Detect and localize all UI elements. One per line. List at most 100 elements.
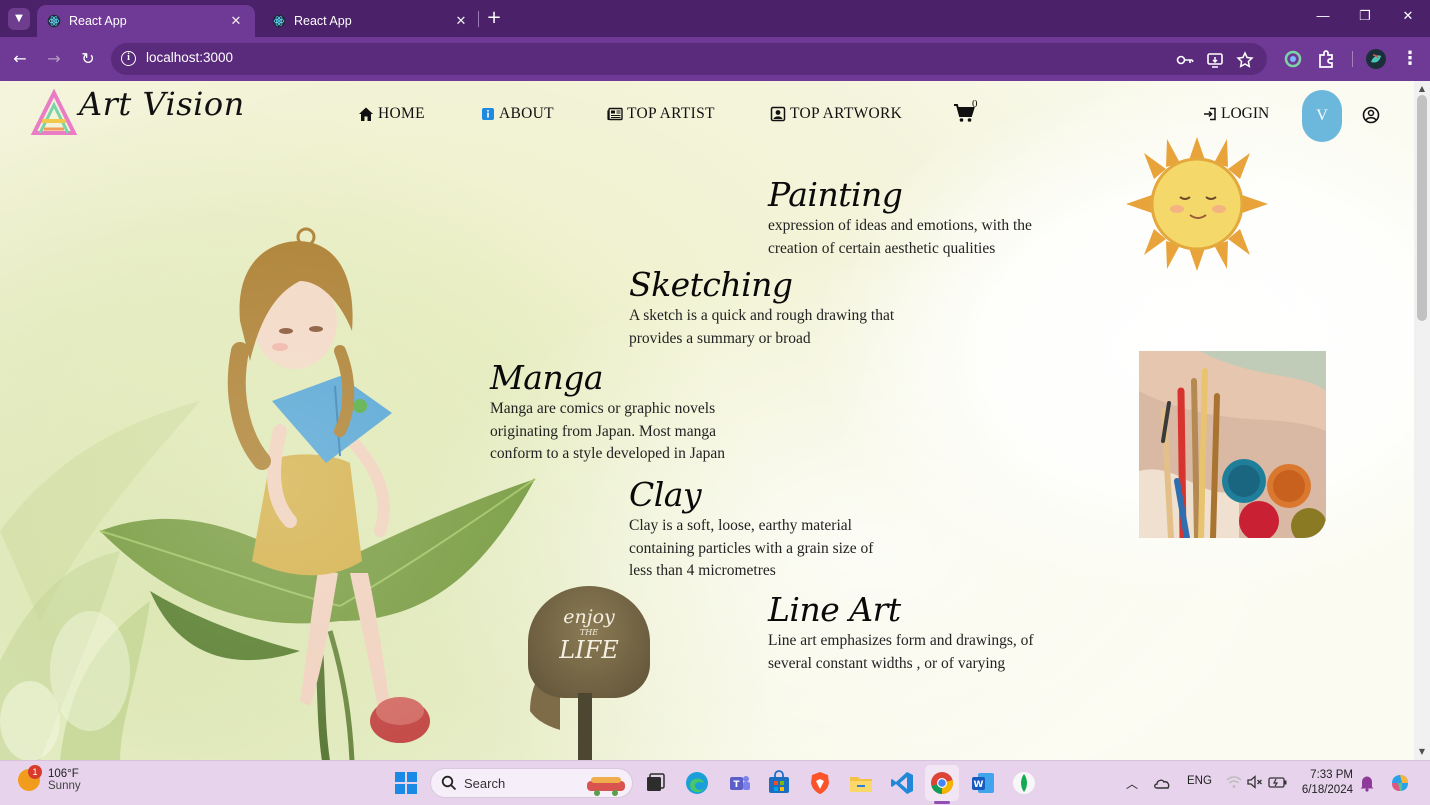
weather-desc: Sunny xyxy=(48,780,81,792)
show-hidden-icons[interactable]: ︿ xyxy=(1126,775,1138,792)
category-desc-line: expression of ideas and emotions, with t… xyxy=(768,217,1032,234)
nav-top-artwork-label: TOP ARTWORK xyxy=(790,105,903,122)
tab-title: React App xyxy=(294,14,352,28)
tab-react-app-2[interactable]: React App ✕ xyxy=(262,5,480,37)
category-desc-line: less than 4 micrometres xyxy=(629,562,776,579)
edge-browser-icon[interactable] xyxy=(684,770,710,796)
category-desc-line: containing particles with a grain size o… xyxy=(629,539,874,557)
scroll-up-arrow[interactable]: ▲ xyxy=(1417,84,1427,93)
sign-line-1: enjoy xyxy=(563,606,615,628)
extensions-puzzle-icon[interactable] xyxy=(1315,47,1339,71)
search-highlight-icon xyxy=(587,777,625,796)
category-title: Painting xyxy=(768,175,903,214)
new-tab-button[interactable]: + xyxy=(485,8,503,28)
vscode-icon[interactable] xyxy=(889,770,915,796)
chrome-browser-icon[interactable] xyxy=(929,770,955,796)
taskbar-clock[interactable]: 7:33 PM 6/18/2024 xyxy=(1300,768,1353,798)
wifi-icon[interactable] xyxy=(1226,775,1242,789)
login-icon xyxy=(1204,107,1216,121)
address-bar[interactable]: i localhost:3000 xyxy=(111,43,1267,75)
brave-browser-icon[interactable] xyxy=(807,770,833,796)
reload-button[interactable]: ↻ xyxy=(76,47,100,71)
category-painting[interactable]: Painting expression of ideas and emotion… xyxy=(768,175,1032,260)
search-placeholder: Search xyxy=(464,776,506,791)
svg-text:T: T xyxy=(733,780,740,790)
extension-circle-icon[interactable] xyxy=(1281,47,1305,71)
nav-home[interactable]: HOME xyxy=(358,105,425,123)
tab-search-button[interactable]: ▼ xyxy=(8,8,30,30)
weather-badge: 1 xyxy=(28,765,42,779)
svg-text:W: W xyxy=(974,780,984,790)
battery-icon[interactable] xyxy=(1268,775,1288,789)
tab-react-app-1[interactable]: React App ✕ xyxy=(37,5,255,37)
scroll-down-arrow[interactable]: ▼ xyxy=(1417,747,1427,756)
page-scrollbar[interactable]: ▲ ▼ xyxy=(1414,81,1430,760)
page-viewport: enjoy THE LIFE Art Vision HOME ABOUT TOP… xyxy=(0,81,1430,760)
category-title: Clay xyxy=(629,475,702,514)
sign-line-3: LIFE xyxy=(559,636,619,664)
portrait-icon xyxy=(770,106,786,122)
toolbar-separator xyxy=(1352,51,1353,67)
windows-start-icon[interactable] xyxy=(393,770,419,796)
file-explorer-icon[interactable] xyxy=(848,770,874,796)
category-title: Line Art xyxy=(768,590,901,629)
brand-title[interactable]: Art Vision xyxy=(79,85,245,123)
speaker-muted-icon[interactable] xyxy=(1247,775,1263,789)
task-view-icon[interactable] xyxy=(642,770,668,796)
browser-menu-icon[interactable]: ⋮ xyxy=(1398,47,1422,71)
nav-home-label: HOME xyxy=(378,105,425,122)
nav-top-artist-label: TOP ARTIST xyxy=(627,105,715,122)
user-circle-icon[interactable] xyxy=(1362,106,1380,124)
language-indicator[interactable]: ENG xyxy=(1187,775,1212,787)
word-icon[interactable]: W xyxy=(970,770,996,796)
home-icon xyxy=(359,107,373,121)
minimize-button[interactable]: — xyxy=(1309,8,1337,23)
taskbar-search[interactable]: Search xyxy=(430,768,633,798)
nav-top-artwork[interactable]: TOP ARTWORK xyxy=(770,105,902,123)
back-button[interactable]: ← xyxy=(8,47,32,71)
sun-weather-icon: 1 xyxy=(18,765,42,791)
weather-widget[interactable]: 1 106°F Sunny xyxy=(18,765,81,792)
category-desc-line: Manga are comics or graphic novels xyxy=(490,400,716,417)
scroll-thumb[interactable] xyxy=(1417,95,1427,321)
close-window-button[interactable]: ✕ xyxy=(1394,8,1422,24)
copilot-icon[interactable] xyxy=(1389,772,1411,794)
bookmark-star-icon[interactable] xyxy=(1235,50,1255,70)
onedrive-cloud-icon[interactable] xyxy=(1153,776,1171,790)
enjoy-life-sign: enjoy THE LIFE xyxy=(528,586,650,698)
category-manga[interactable]: Manga Manga are comics or graphic novels… xyxy=(490,358,725,466)
category-desc-line: several constant widths , or of varying xyxy=(768,654,1006,672)
windows-taskbar: 1 106°F Sunny Search T W ︿ ENG 7:33 PM 6… xyxy=(0,760,1430,805)
art-vision-logo-icon[interactable] xyxy=(30,89,78,137)
password-key-icon[interactable] xyxy=(1175,50,1195,70)
tab-title: React App xyxy=(69,14,127,28)
mongodb-compass-icon[interactable] xyxy=(1011,770,1037,796)
category-desc-line: A sketch is a quick and rough drawing th… xyxy=(629,307,895,324)
category-desc-line: originating from Japan. Most manga xyxy=(490,422,716,440)
microsoft-store-icon[interactable] xyxy=(766,770,792,796)
tab-strip: ▼ React App ✕ React App ✕ + — ❐ ✕ xyxy=(0,0,1430,37)
restore-button[interactable]: ❐ xyxy=(1351,8,1379,24)
install-app-icon[interactable] xyxy=(1205,50,1225,70)
nav-login[interactable]: LOGIN xyxy=(1203,105,1269,123)
category-sketching[interactable]: Sketching A sketch is a quick and rough … xyxy=(629,265,894,350)
react-icon xyxy=(272,14,286,28)
forward-button[interactable]: → xyxy=(42,47,66,71)
cart-count-badge: 0 xyxy=(972,98,978,110)
site-info-icon[interactable]: i xyxy=(121,51,136,66)
weather-temp: 106°F xyxy=(48,768,79,780)
sign-post xyxy=(578,693,592,760)
category-line-art[interactable]: Line Art Line art emphasizes form and dr… xyxy=(768,590,1034,675)
category-clay[interactable]: Clay Clay is a soft, loose, earthy mater… xyxy=(629,475,873,583)
category-title: Sketching xyxy=(629,265,793,304)
category-desc-line: Line art emphasizes form and drawings, o… xyxy=(768,632,1034,649)
close-tab-icon[interactable]: ✕ xyxy=(452,14,470,29)
active-app-indicator xyxy=(934,801,950,804)
nav-about[interactable]: ABOUT xyxy=(481,105,554,123)
profile-avatar-icon[interactable] xyxy=(1364,47,1388,71)
teams-icon[interactable]: T xyxy=(726,770,752,796)
notification-bell-icon[interactable] xyxy=(1359,774,1375,792)
nav-top-artist[interactable]: TOP ARTIST xyxy=(607,105,715,123)
close-tab-icon[interactable]: ✕ xyxy=(227,14,245,29)
user-avatar[interactable]: V xyxy=(1302,90,1342,142)
